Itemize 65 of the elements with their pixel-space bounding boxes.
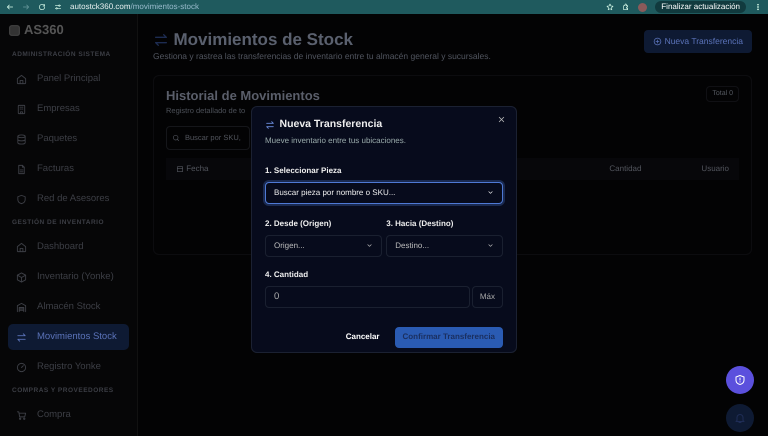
- database-icon: [16, 134, 27, 144]
- sidebar-item[interactable]: Facturas: [8, 156, 129, 182]
- back-icon[interactable]: [6, 3, 14, 11]
- column-header: Cantidad: [609, 162, 642, 174]
- column-header: Usuario: [701, 162, 729, 174]
- chevron-down-icon: [487, 189, 494, 196]
- security-button[interactable]: [726, 366, 754, 394]
- sidebar-item[interactable]: Registro Yonke: [8, 354, 129, 380]
- chevron-down-icon: [366, 242, 373, 250]
- quantity-field[interactable]: 0: [265, 286, 470, 308]
- field-label: 4. Cantidad: [265, 268, 310, 281]
- sidebar-item[interactable]: Almacén Stock: [8, 294, 129, 320]
- page-subtitle: Gestiona y rastrea las transferencias de inventario entre tu almacén general y sucursales.: [153, 50, 491, 63]
- max-button[interactable]: Máx: [472, 286, 503, 308]
- file-icon: [16, 164, 27, 174]
- field-label: 3. Hacia (Destino): [386, 218, 454, 230]
- select-field[interactable]: Origen...: [265, 234, 382, 257]
- sidebar-item[interactable]: Compra: [8, 402, 129, 428]
- history-title: Historial de Movimientos: [166, 86, 320, 105]
- sidebar-item[interactable]: Paquetes: [8, 126, 129, 152]
- shield-icon: [734, 374, 746, 386]
- sidebar-item[interactable]: Panel Principal: [8, 66, 129, 92]
- sidebar-item[interactable]: Movimientos Stock: [8, 324, 129, 350]
- select-field[interactable]: Buscar pieza por nombre o SKU...: [265, 182, 503, 204]
- sidebar-item[interactable]: Dashboard: [8, 234, 129, 260]
- plus-circle-icon: [653, 36, 662, 46]
- page-title: Movimientos de Stock: [174, 30, 353, 50]
- new-transfer-button[interactable]: Nueva Transferencia: [644, 30, 752, 53]
- search-icon: [172, 134, 180, 142]
- field-label: 2. Desde (Origen): [265, 218, 332, 230]
- select-field[interactable]: Destino...: [386, 234, 503, 257]
- sidebar-item[interactable]: Inventario (Yonke): [8, 264, 129, 290]
- extension-icon[interactable]: [622, 3, 630, 11]
- reload-icon[interactable]: [38, 3, 46, 11]
- dialog-title: Nueva Transferencia: [280, 117, 382, 132]
- bell-icon: [734, 412, 746, 424]
- field-label: 1. Seleccionar Pieza: [265, 164, 342, 177]
- site-settings-icon[interactable]: [54, 3, 62, 11]
- calendar-icon: [176, 164, 184, 172]
- cancel-button[interactable]: Cancelar: [340, 330, 386, 344]
- home-icon: [16, 242, 27, 252]
- cart-icon: [16, 410, 27, 420]
- confirm-button[interactable]: Confirmar Transferencia: [394, 326, 503, 348]
- logo-text: AS360: [24, 21, 64, 40]
- star-icon[interactable]: [606, 3, 614, 11]
- menu-icon[interactable]: [754, 3, 762, 11]
- logo-icon: [8, 24, 21, 36]
- warehouse-icon: [16, 302, 27, 312]
- update-button[interactable]: Finalizar actualización: [655, 1, 746, 13]
- sidebar-item[interactable]: Red de Asesores: [8, 186, 129, 212]
- column-header: Fecha: [186, 162, 208, 174]
- close-button[interactable]: [497, 115, 506, 124]
- gauge-icon: [16, 362, 27, 372]
- box-icon: [16, 272, 27, 282]
- transfer-icon: [16, 332, 27, 342]
- transfer-icon: [265, 120, 275, 130]
- dialog-subtitle: Mueve inventario entre tus ubicaciones.: [265, 134, 407, 147]
- building-icon: [16, 104, 27, 114]
- home-icon: [16, 74, 27, 84]
- shield-icon: [16, 194, 27, 204]
- url-field[interactable]: autostck360.com/movimientos-stock: [70, 1, 199, 13]
- transfer-icon: [153, 32, 169, 48]
- close-icon: [497, 115, 506, 124]
- chevron-down-icon: [487, 242, 494, 250]
- sidebar-item[interactable]: Empresas: [8, 96, 129, 122]
